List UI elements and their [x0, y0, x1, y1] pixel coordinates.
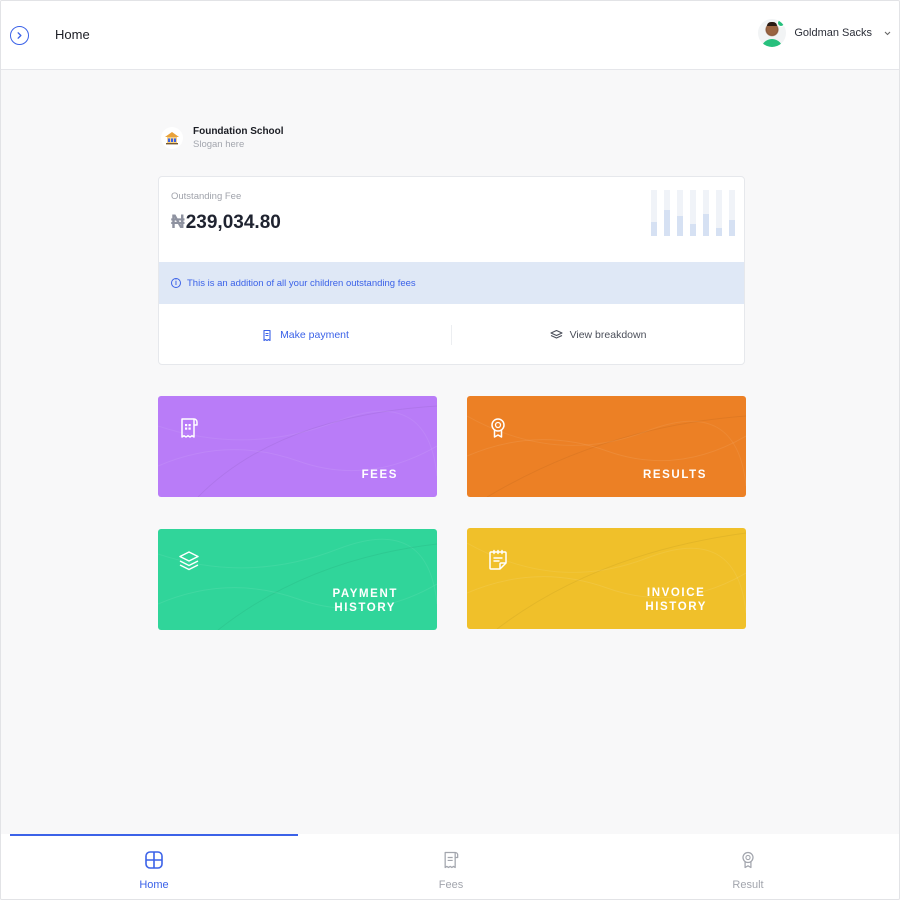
app-window: Home Goldman Sacks Foundation School Slo…	[0, 0, 900, 900]
outstanding-fee-card: Outstanding Fee ₦239,034.80 i This is an…	[158, 176, 745, 365]
award-icon	[742, 851, 754, 869]
payment-history-tile-label-line1: PAYMENT	[332, 588, 398, 600]
school-info: Foundation School Slogan here	[161, 126, 284, 150]
nav-item-label: Result	[732, 879, 764, 891]
info-banner: i This is an addition of all your childr…	[159, 262, 744, 304]
payment-history-tile-label: PAYMENT HISTORY	[332, 587, 398, 615]
receipt-icon	[263, 329, 271, 341]
page-title: Home	[55, 27, 90, 42]
nav-item-fees[interactable]: Fees	[301, 834, 601, 899]
outstanding-fee-label: Outstanding Fee	[171, 191, 242, 202]
award-icon	[491, 418, 505, 438]
nav-item-label: Home	[139, 879, 169, 891]
amount-value: 239,034.80	[185, 212, 281, 233]
school-name: Foundation School	[193, 126, 284, 137]
results-tile-label-line1: RESULTS	[642, 469, 707, 481]
user-name: Goldman Sacks	[794, 27, 872, 39]
nav-item-home[interactable]: Home	[4, 834, 304, 899]
results-tile[interactable]: RESULTS	[467, 396, 746, 497]
receipt-icon	[444, 851, 459, 869]
make-payment-button[interactable]: Make payment	[159, 325, 452, 345]
school-slogan: Slogan here	[193, 139, 245, 150]
make-payment-label: Make payment	[280, 329, 349, 341]
info-text: This is an addition of all your children…	[187, 277, 416, 289]
chevron-down-icon	[884, 28, 891, 38]
bottom-nav: Home Fees Result	[1, 834, 899, 899]
currency-symbol: ₦	[171, 212, 185, 233]
nav-item-result[interactable]: Result	[598, 834, 898, 899]
invoice-history-tile-label: INVOICE HISTORY	[645, 586, 707, 614]
info-icon: i	[171, 278, 181, 288]
fee-actions: Make payment View breakdown	[159, 304, 744, 364]
note-icon	[489, 549, 507, 570]
sidebar-toggle-button[interactable]	[10, 26, 29, 45]
nav-item-label: Fees	[438, 879, 464, 891]
outstanding-fee-amount: ₦239,034.80	[171, 212, 281, 234]
invoice-history-tile[interactable]: INVOICE HISTORY	[467, 528, 746, 629]
fees-tile-label-line1: FEES	[361, 469, 398, 481]
chevron-right-icon	[17, 32, 22, 39]
layers-icon	[179, 551, 199, 571]
fees-tile[interactable]: FEES	[158, 396, 437, 497]
online-status-dot	[777, 19, 786, 27]
layers-icon	[550, 329, 563, 339]
home-grid-icon	[145, 851, 163, 869]
receipt-icon	[181, 418, 198, 438]
results-tile-label: RESULTS	[643, 468, 707, 482]
view-breakdown-button[interactable]: View breakdown	[452, 304, 744, 364]
invoice-history-tile-label-line2: HISTORY	[645, 601, 707, 613]
decorative-bar-graphic	[651, 190, 735, 236]
top-bar: Home Goldman Sacks	[1, 1, 899, 70]
invoice-history-tile-label-line1: INVOICE	[646, 587, 706, 599]
school-logo	[161, 127, 183, 149]
view-breakdown-label: View breakdown	[569, 329, 647, 341]
fees-tile-label: FEES	[362, 468, 398, 482]
payment-history-tile[interactable]: PAYMENT HISTORY	[158, 529, 437, 630]
user-menu[interactable]: Goldman Sacks	[758, 19, 891, 47]
payment-history-tile-label-line2: HISTORY	[334, 602, 397, 614]
avatar	[758, 19, 787, 47]
